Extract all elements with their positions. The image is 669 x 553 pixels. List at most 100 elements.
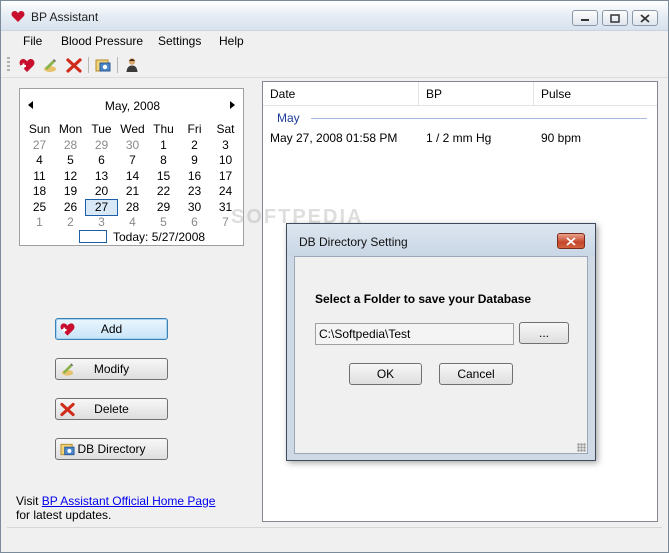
column-header-pulse[interactable]: Pulse <box>534 82 657 106</box>
month-calendar[interactable]: May, 2008 Sun Mon Tue Wed Thu Fri Sat 27… <box>19 88 244 246</box>
calendar-day[interactable]: 9 <box>179 153 210 169</box>
home-page-note: Visit BP Assistant Official Home Page fo… <box>16 494 215 522</box>
next-month-icon[interactable] <box>230 101 235 109</box>
close-button[interactable] <box>632 10 658 26</box>
browse-button[interactable]: ... <box>519 322 569 344</box>
dialog-close-button[interactable] <box>557 233 585 249</box>
toolbar-separator <box>117 57 118 73</box>
visit-prefix: Visit <box>16 494 42 508</box>
calendar-day[interactable]: 21 <box>117 184 148 200</box>
calendar-day[interactable]: 23 <box>179 184 210 200</box>
maximize-button[interactable] <box>602 10 628 26</box>
delete-button[interactable]: Delete <box>55 398 168 420</box>
browse-button-label: ... <box>538 326 549 340</box>
toolbar-add-button[interactable] <box>18 56 36 74</box>
calendar-day[interactable]: 28 <box>55 138 86 154</box>
menu-file[interactable]: File <box>23 34 42 48</box>
calendar-day[interactable]: 10 <box>210 153 241 169</box>
group-divider <box>311 118 647 119</box>
menu-help[interactable]: Help <box>219 34 244 48</box>
dialog-title: DB Directory Setting <box>299 235 408 249</box>
maximize-icon <box>610 13 620 23</box>
calendar-day[interactable]: 29 <box>148 200 179 216</box>
calendar-day-selected[interactable]: 27 <box>85 198 118 216</box>
calendar-day[interactable]: 15 <box>148 169 179 185</box>
toolbar-user-button[interactable] <box>123 56 141 74</box>
list-group-header[interactable]: May <box>277 111 300 125</box>
calendar-day[interactable]: 25 <box>24 200 55 216</box>
calendar-day[interactable]: 13 <box>86 169 117 185</box>
calendar-day[interactable]: 4 <box>24 153 55 169</box>
row-bp[interactable]: 1 / 2 mm Hg <box>426 131 491 145</box>
calendar-day[interactable]: 30 <box>179 200 210 216</box>
calendar-day[interactable]: 6 <box>179 215 210 231</box>
weekday-label: Fri <box>187 122 202 136</box>
cancel-button[interactable]: Cancel <box>439 363 513 385</box>
heart-add-icon <box>60 323 75 336</box>
calendar-day[interactable]: 22 <box>148 184 179 200</box>
row-date[interactable]: May 27, 2008 01:58 PM <box>270 131 397 145</box>
weekday-label: Sun <box>28 122 51 136</box>
minimize-button[interactable] <box>572 10 598 26</box>
modify-icon <box>61 363 74 376</box>
calendar-day[interactable]: 18 <box>24 184 55 200</box>
calendar-day[interactable]: 17 <box>210 169 241 185</box>
toolbar <box>1 52 668 78</box>
calendar-week-row: 18 19 20 21 22 23 24 <box>24 184 241 200</box>
calendar-day[interactable]: 12 <box>55 169 86 185</box>
calendar-day[interactable]: 20 <box>86 184 117 200</box>
calendar-day[interactable]: 2 <box>55 215 86 231</box>
toolbar-grip[interactable] <box>7 57 10 73</box>
folder-path-input[interactable] <box>315 323 514 345</box>
calendar-day[interactable]: 24 <box>210 184 241 200</box>
calendar-day[interactable]: 6 <box>86 153 117 169</box>
calendar-day[interactable]: 3 <box>86 215 117 231</box>
calendar-day[interactable]: 28 <box>117 200 148 216</box>
calendar-day[interactable]: 11 <box>24 169 55 185</box>
dialog-title-bar[interactable]: DB Directory Setting <box>287 224 595 256</box>
calendar-week-row: 1 2 3 4 5 6 7 <box>24 215 241 231</box>
add-button[interactable]: Add <box>55 318 168 340</box>
db-directory-button[interactable]: DB Directory <box>55 438 168 460</box>
window-title: BP Assistant <box>31 10 99 24</box>
ok-button[interactable]: OK <box>349 363 422 385</box>
toolbar-modify-button[interactable] <box>41 56 59 74</box>
resize-grip-icon[interactable] <box>577 443 586 452</box>
modify-button[interactable]: Modify <box>55 358 168 380</box>
calendar-day[interactable]: 1 <box>148 138 179 154</box>
calendar-day[interactable]: 5 <box>148 215 179 231</box>
calendar-month-label: May, 2008 <box>104 99 161 113</box>
weekday-label: Wed <box>120 122 145 136</box>
calendar-day[interactable]: 1 <box>24 215 55 231</box>
db-directory-button-label: DB Directory <box>77 442 146 456</box>
modify-icon <box>44 58 56 72</box>
calendar-day[interactable]: 5 <box>55 153 86 169</box>
title-bar[interactable]: BP Assistant <box>1 1 668 31</box>
ok-button-label: OK <box>376 367 395 381</box>
heart-app-icon <box>11 11 25 22</box>
calendar-day[interactable]: 7 <box>117 153 148 169</box>
today-label[interactable]: Today: 5/27/2008 <box>113 230 205 244</box>
menu-blood-pressure[interactable]: Blood Pressure <box>61 34 143 48</box>
dialog-instruction: Select a Folder to save your Database <box>315 292 532 306</box>
calendar-day[interactable]: 29 <box>86 138 117 154</box>
calendar-day[interactable]: 8 <box>148 153 179 169</box>
column-header-date[interactable]: Date <box>263 82 419 106</box>
calendar-day[interactable]: 30 <box>117 138 148 154</box>
calendar-day[interactable]: 26 <box>55 200 86 216</box>
row-pulse[interactable]: 90 bpm <box>541 131 581 145</box>
column-header-bp[interactable]: BP <box>419 82 534 106</box>
calendar-grid: Sun Mon Tue Wed Thu Fri Sat 27 28 29 30 … <box>24 122 241 231</box>
status-bar <box>7 527 662 547</box>
calendar-day[interactable]: 19 <box>55 184 86 200</box>
toolbar-db-directory-button[interactable] <box>94 56 112 74</box>
home-page-link[interactable]: BP Assistant Official Home Page <box>42 494 216 508</box>
calendar-day[interactable]: 27 <box>24 138 55 154</box>
calendar-day[interactable]: 14 <box>117 169 148 185</box>
menu-settings[interactable]: Settings <box>158 34 201 48</box>
calendar-day[interactable]: 3 <box>210 138 241 154</box>
calendar-day[interactable]: 2 <box>179 138 210 154</box>
calendar-day[interactable]: 16 <box>179 169 210 185</box>
calendar-day[interactable]: 4 <box>117 215 148 231</box>
toolbar-delete-button[interactable] <box>65 56 83 74</box>
